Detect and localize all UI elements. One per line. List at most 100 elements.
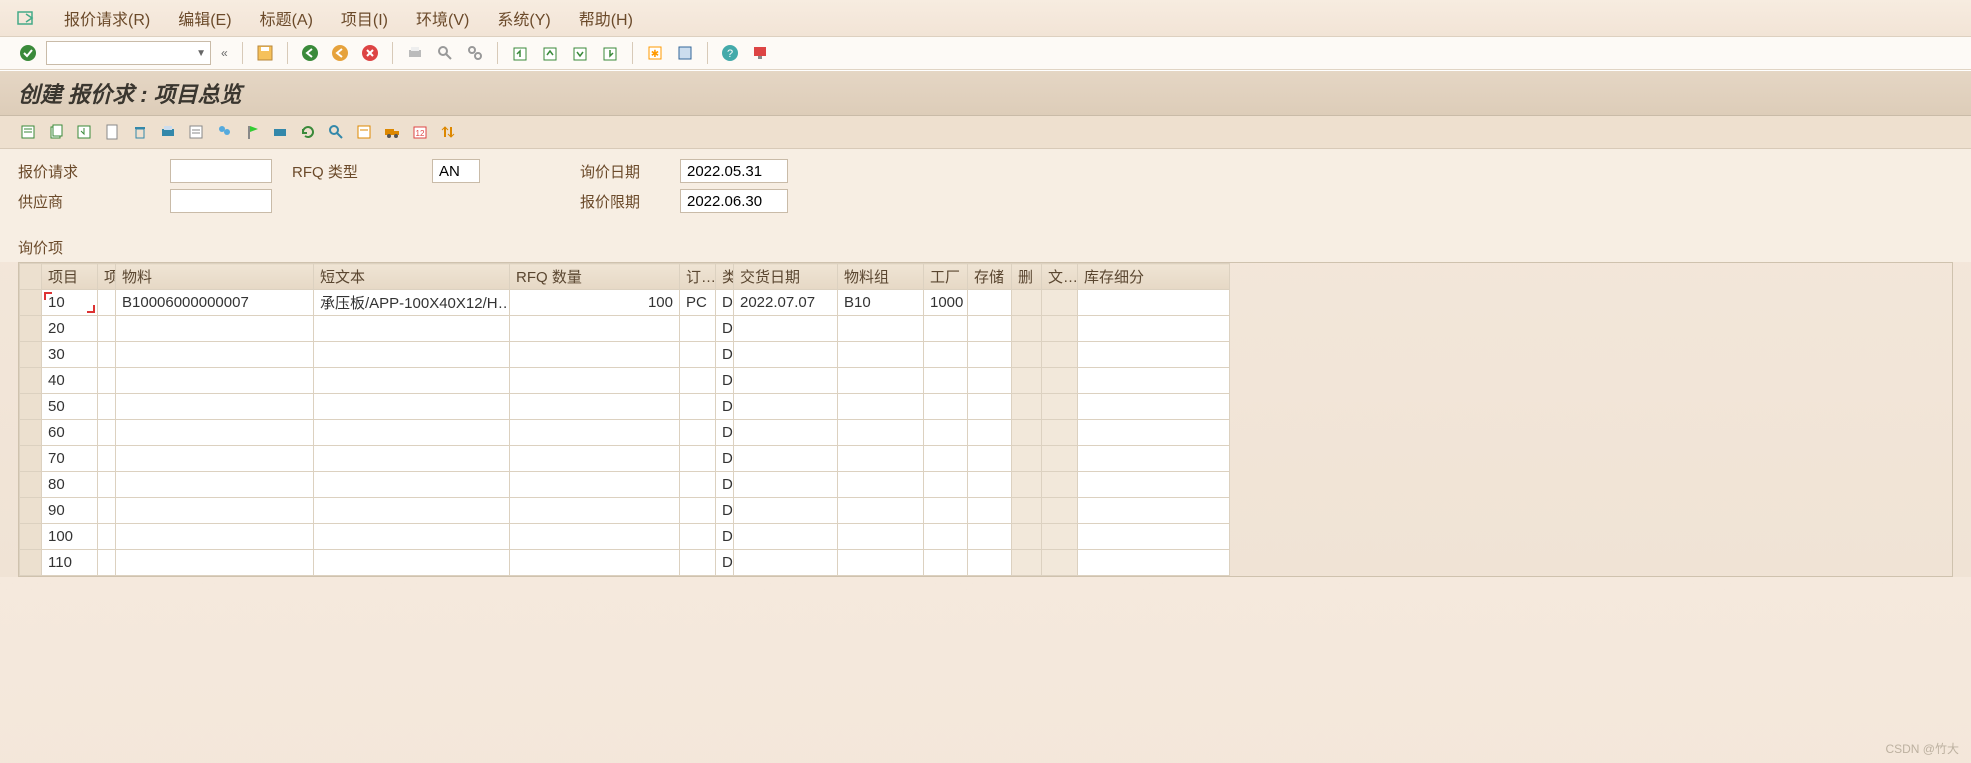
cell-rfq-qty[interactable]: [510, 394, 680, 420]
table-row[interactable]: 10B10006000000007承压板/APP-100X40X12/H…100…: [20, 290, 1230, 316]
cell-order[interactable]: [680, 342, 716, 368]
cell-item[interactable]: 30: [42, 342, 98, 368]
cell-stock-detail[interactable]: [1078, 472, 1230, 498]
row-selector[interactable]: [20, 446, 42, 472]
prev-page-icon[interactable]: [538, 41, 562, 65]
cell-matl-group[interactable]: [838, 316, 924, 342]
row-selector[interactable]: [20, 290, 42, 316]
col-stock-detail[interactable]: 库存细分: [1078, 264, 1230, 290]
cell-matl-group[interactable]: [838, 498, 924, 524]
cell-rfq-qty[interactable]: [510, 472, 680, 498]
cell-short-text[interactable]: [314, 316, 510, 342]
cell-cat[interactable]: D: [716, 316, 734, 342]
search-app-icon[interactable]: [324, 120, 348, 144]
cell-i[interactable]: [98, 550, 116, 576]
cell-order[interactable]: [680, 524, 716, 550]
customize-layout-icon[interactable]: [748, 41, 772, 65]
cell-matl-group[interactable]: [838, 446, 924, 472]
inquiry-date-input[interactable]: [680, 159, 788, 183]
next-page-icon[interactable]: [568, 41, 592, 65]
menu-title[interactable]: 标题(A): [260, 6, 313, 30]
cell-material[interactable]: [116, 420, 314, 446]
cell-i[interactable]: [98, 498, 116, 524]
cell-item[interactable]: 110: [42, 550, 98, 576]
menu-system[interactable]: 系统(Y): [497, 6, 550, 30]
cell-stor[interactable]: [968, 498, 1012, 524]
cell-plant[interactable]: [924, 498, 968, 524]
cell-stor[interactable]: [968, 394, 1012, 420]
menu-session-icon[interactable]: [16, 8, 36, 28]
row-selector[interactable]: [20, 498, 42, 524]
row-selector[interactable]: [20, 420, 42, 446]
cell-rfq-qty[interactable]: 100: [510, 290, 680, 316]
refresh-icon[interactable]: [296, 120, 320, 144]
enter-icon[interactable]: [16, 41, 40, 65]
cell-stock-detail[interactable]: [1078, 498, 1230, 524]
vendor-icon[interactable]: [212, 120, 236, 144]
cell-del[interactable]: [1012, 342, 1042, 368]
row-selector[interactable]: [20, 550, 42, 576]
cell-stor[interactable]: [968, 550, 1012, 576]
cell-plant[interactable]: [924, 420, 968, 446]
cell-short-text[interactable]: [314, 368, 510, 394]
cell-cat[interactable]: D: [716, 368, 734, 394]
cell-i[interactable]: [98, 446, 116, 472]
cell-del[interactable]: [1012, 472, 1042, 498]
cell-text[interactable]: [1042, 550, 1078, 576]
cell-matl-group[interactable]: [838, 472, 924, 498]
cell-item[interactable]: 90: [42, 498, 98, 524]
flag-icon[interactable]: [240, 120, 264, 144]
back-icon[interactable]: [298, 41, 322, 65]
cell-stor[interactable]: [968, 342, 1012, 368]
cell-text[interactable]: [1042, 420, 1078, 446]
table-row[interactable]: 80D: [20, 472, 1230, 498]
cell-delivery-date[interactable]: [734, 420, 838, 446]
cell-cat[interactable]: D: [716, 446, 734, 472]
cell-rfq-qty[interactable]: [510, 420, 680, 446]
cell-stor[interactable]: [968, 368, 1012, 394]
cell-text[interactable]: [1042, 394, 1078, 420]
cell-stock-detail[interactable]: [1078, 524, 1230, 550]
cell-delivery-date[interactable]: [734, 524, 838, 550]
col-stor[interactable]: 存储: [968, 264, 1012, 290]
cell-short-text[interactable]: [314, 394, 510, 420]
cell-matl-group[interactable]: [838, 342, 924, 368]
cell-rfq-qty[interactable]: [510, 342, 680, 368]
copy-icon[interactable]: [44, 120, 68, 144]
cell-i[interactable]: [98, 394, 116, 420]
cell-rfq-qty[interactable]: [510, 446, 680, 472]
cell-short-text[interactable]: [314, 342, 510, 368]
cell-material[interactable]: B10006000000007: [116, 290, 314, 316]
menu-help[interactable]: 帮助(H): [579, 6, 633, 30]
row-selector[interactable]: [20, 394, 42, 420]
cell-delivery-date[interactable]: [734, 550, 838, 576]
export-icon[interactable]: [72, 120, 96, 144]
cell-plant[interactable]: [924, 446, 968, 472]
cell-item[interactable]: 50: [42, 394, 98, 420]
cell-i[interactable]: [98, 342, 116, 368]
cell-i[interactable]: [98, 290, 116, 316]
cell-cat[interactable]: D: [716, 550, 734, 576]
cell-i[interactable]: [98, 368, 116, 394]
find-next-icon[interactable]: [463, 41, 487, 65]
cell-plant[interactable]: [924, 550, 968, 576]
rfq-request-input[interactable]: [170, 159, 272, 183]
cell-material[interactable]: [116, 316, 314, 342]
help-icon[interactable]: ?: [718, 41, 742, 65]
cell-material[interactable]: [116, 342, 314, 368]
cell-item[interactable]: 80: [42, 472, 98, 498]
row-selector[interactable]: [20, 524, 42, 550]
cell-text[interactable]: [1042, 368, 1078, 394]
text-icon[interactable]: [184, 120, 208, 144]
cell-text[interactable]: [1042, 446, 1078, 472]
cell-item[interactable]: 20: [42, 316, 98, 342]
save-icon[interactable]: [253, 41, 277, 65]
cell-stock-detail[interactable]: [1078, 316, 1230, 342]
cell-stock-detail[interactable]: [1078, 368, 1230, 394]
col-rowsel[interactable]: [20, 264, 42, 290]
quote-deadline-input[interactable]: [680, 189, 788, 213]
create-shortcut-icon[interactable]: [673, 41, 697, 65]
list-icon[interactable]: [352, 120, 376, 144]
col-rfq-qty[interactable]: RFQ 数量: [510, 264, 680, 290]
collapse-toggle-icon[interactable]: «: [217, 46, 232, 60]
